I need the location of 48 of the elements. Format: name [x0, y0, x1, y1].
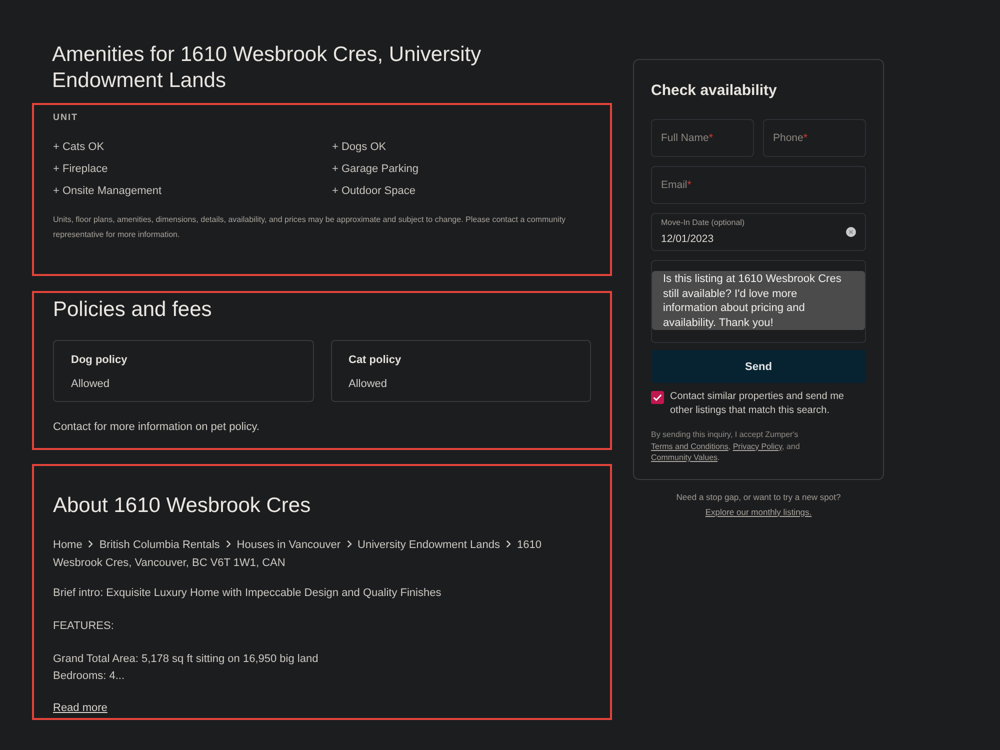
section-heading: Policies and fees — [53, 297, 212, 323]
input-field[interactable]: Email* — [651, 166, 866, 204]
section-heading: About 1610 Wesbrook Cres — [53, 493, 311, 519]
description-text: FEATURES: — [53, 619, 114, 634]
amenity-item: + Onsite Management — [53, 184, 162, 199]
policy-title: Cat policy — [348, 353, 402, 368]
breadcrumb-link[interactable]: Home — [53, 539, 82, 551]
promo-text: Need a stop gap, or want to try a new spot? — [676, 490, 841, 504]
breadcrumb-link[interactable]: University Endowment Lands — [358, 539, 500, 551]
chevron-right-icon — [88, 540, 94, 548]
policy-title: Dog policy — [71, 353, 128, 368]
chevron-right-icon — [506, 540, 511, 548]
amenity-item: + Garage Parking — [332, 162, 419, 177]
amenity-item: + Fireplace — [53, 162, 108, 177]
date-field[interactable]: Move-In Date (optional) 12/01/2023 — [651, 213, 866, 251]
description-text: Bedrooms: 4... — [53, 669, 125, 684]
input-field[interactable]: Phone* — [763, 119, 866, 157]
message-field[interactable]: Is this listing at 1610 Wesbrook Cres still available? I'd love more information about pricing and availability. Thank you! — [651, 260, 866, 343]
monthly-listings-link[interactable]: Explore our monthly listings. — [705, 504, 812, 520]
message-text: Is this listing at 1610 Wesbrook Cres still available? I'd love more information about pricing and availability. Thank you! — [652, 271, 865, 330]
clear-icon[interactable] — [846, 227, 856, 237]
read-more-link[interactable]: Read more — [53, 700, 108, 717]
chevron-right-icon — [346, 540, 352, 548]
legal-link[interactable]: Community Values — [651, 453, 718, 462]
amenity-item: + Cats OK — [53, 140, 104, 155]
breadcrumb-link[interactable]: British Columbia Rentals — [99, 539, 220, 551]
checkbox-label: Contact similar properties and send me other listings that match this search. — [670, 390, 845, 418]
policy-note: Contact for more information on pet policy. — [53, 420, 260, 435]
amenity-item: + Outdoor Space — [332, 184, 416, 199]
section-label: UNIT — [53, 111, 79, 124]
input-field[interactable]: Full Name* — [651, 119, 754, 157]
checkmark-icon — [653, 394, 662, 401]
policy-value: Allowed — [348, 377, 388, 392]
legal-link[interactable]: Privacy Policy — [732, 442, 782, 450]
policy-value: Allowed — [71, 377, 110, 392]
description-text: Grand Total Area: 5,178 sq ft sitting on 16,950 big land — [53, 652, 318, 667]
page-title: Amenities for 1610 Wesbrook Cres, University Endowment Lands — [52, 42, 482, 94]
description-text: Brief intro: Exquisite Luxury Home with Impeccable Design and Quality Finishes — [53, 586, 442, 601]
form-title: Check availability — [651, 81, 777, 101]
amenity-item: + Dogs OK — [332, 140, 386, 155]
send-button[interactable]: Send — [651, 350, 866, 383]
legal-text: By sending this inquiry, I accept Zumper's Terms and Conditions, Privacy Policy, and Community Values. — [651, 429, 801, 464]
disclaimer-text: Units, floor plans, amenities, dimensions, details, availability, and prices may be approximate and subject to change. Please contact a community representative for more information. — [53, 214, 567, 241]
checkbox[interactable] — [651, 391, 664, 404]
chevron-right-icon — [226, 540, 231, 548]
breadcrumb-trail: Home British Columbia Rentals Houses in Vancouver University Endowment Lands 1610 Wesbrook Cres, Vancouver, BC V6T 1W1, CAN — [53, 538, 542, 571]
breadcrumb-link[interactable]: Houses in Vancouver — [236, 539, 341, 551]
legal-link[interactable]: Terms and Conditions — [651, 442, 728, 450]
